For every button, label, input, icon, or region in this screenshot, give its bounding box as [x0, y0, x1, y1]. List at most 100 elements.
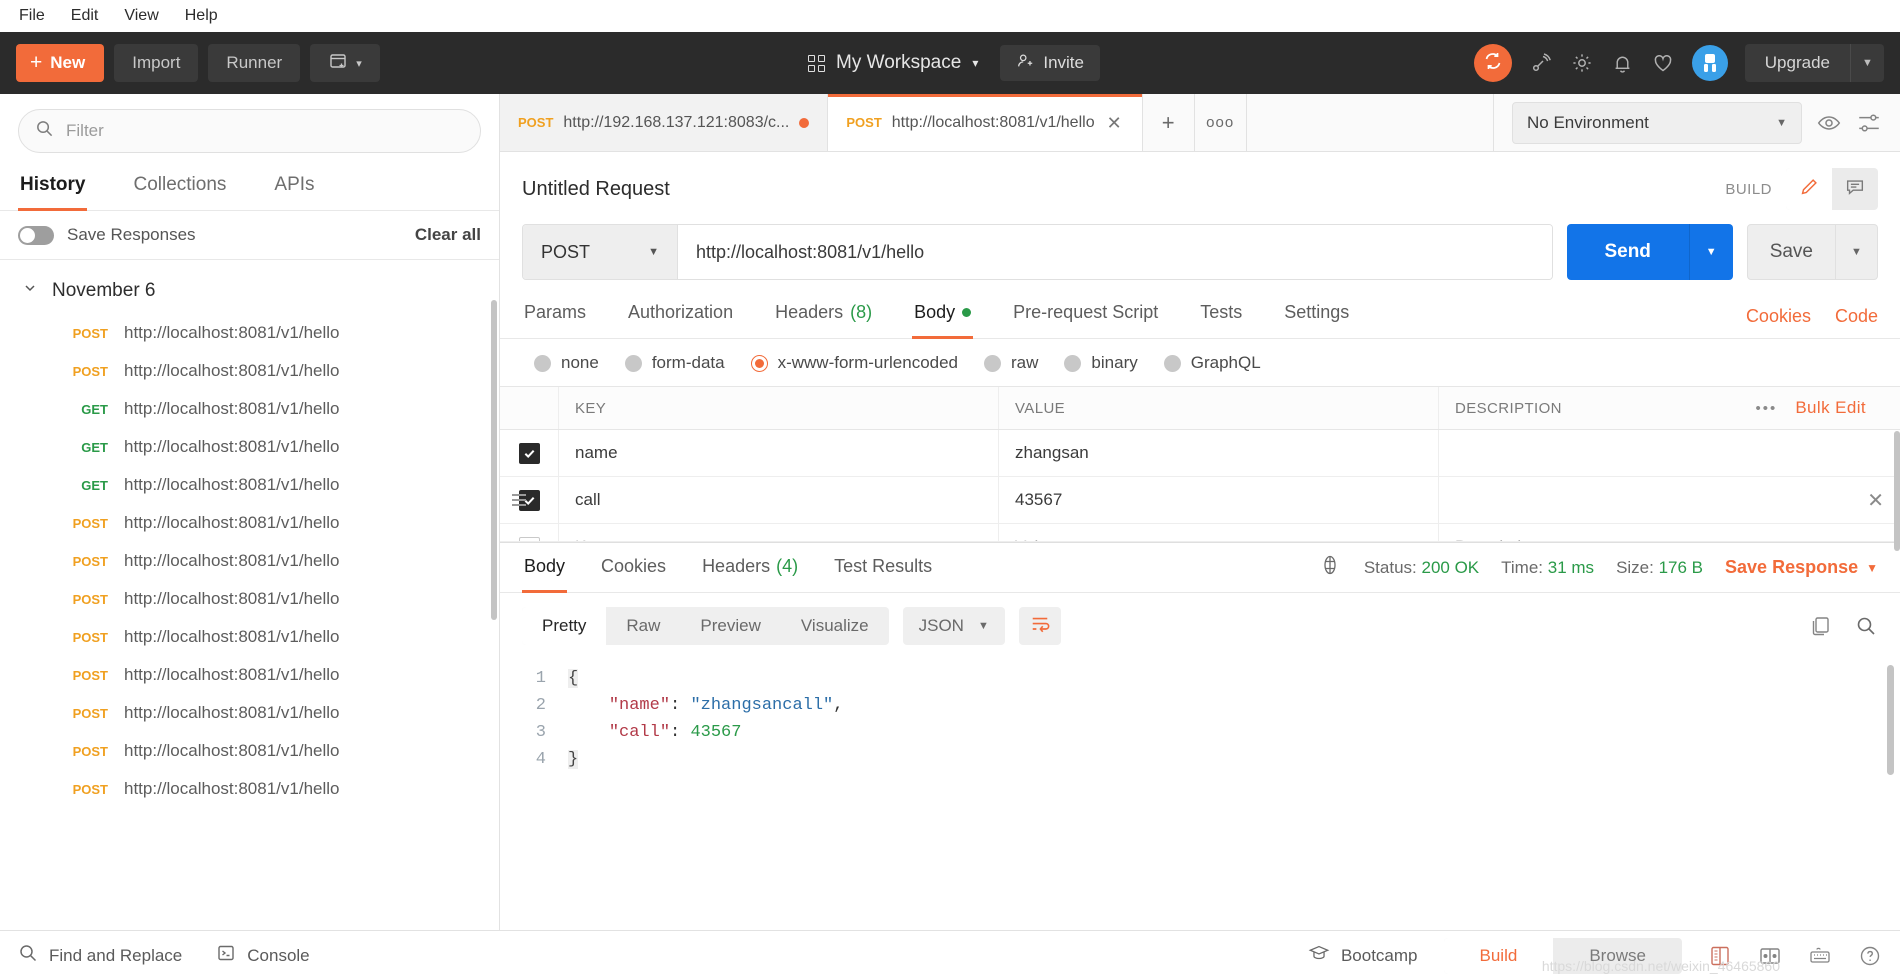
close-icon[interactable]: ✕ [1105, 114, 1124, 132]
response-tab-headers[interactable]: Headers (4) [700, 543, 800, 593]
bulk-edit-button[interactable]: Bulk Edit [1795, 398, 1866, 418]
clear-all-button[interactable]: Clear all [415, 225, 481, 245]
two-pane-layout-icon[interactable] [1708, 944, 1732, 968]
new-tab-button[interactable]: + [1143, 94, 1195, 151]
row-value[interactable]: 43567 [998, 477, 1438, 523]
response-tab-body[interactable]: Body [522, 543, 567, 593]
response-body-code[interactable]: 1{2 "name": "zhangsancall",3 "call": 435… [500, 655, 1900, 930]
console-button[interactable]: Console [216, 943, 309, 968]
save-button[interactable]: Save [1747, 224, 1836, 280]
save-options-button[interactable]: ▼ [1836, 224, 1878, 280]
gear-icon[interactable] [1570, 51, 1594, 75]
response-tab-cookies[interactable]: Cookies [599, 543, 668, 593]
history-item[interactable]: POSThttp://localhost:8081/v1/hello [0, 580, 499, 618]
environment-selector[interactable]: No Environment ▼ [1512, 102, 1802, 144]
row-key[interactable]: name [558, 430, 998, 476]
body-type-x-www-form-urlencoded[interactable]: x-www-form-urlencoded [751, 353, 958, 373]
view-mode-raw[interactable]: Raw [606, 607, 680, 645]
avatar[interactable] [1692, 45, 1728, 81]
table-scrollbar[interactable] [1894, 431, 1900, 551]
response-tab-test-results[interactable]: Test Results [832, 543, 934, 593]
comment-mode-button[interactable] [1832, 168, 1878, 210]
sync-button[interactable] [1474, 44, 1512, 82]
delete-row-icon[interactable]: ✕ [1867, 488, 1884, 513]
history-item[interactable]: POSThttp://localhost:8081/v1/hello [0, 352, 499, 390]
history-item[interactable]: POSThttp://localhost:8081/v1/hello [0, 732, 499, 770]
tab-pre-request-script[interactable]: Pre-request Script [1011, 294, 1160, 339]
tab-settings[interactable]: Settings [1282, 294, 1351, 339]
upgrade-dropdown-button[interactable]: ▼ [1850, 44, 1884, 82]
wrap-lines-button[interactable] [1019, 607, 1061, 645]
row-description[interactable]: Description [1438, 524, 1900, 542]
settings-sliders-icon[interactable] [1856, 110, 1882, 136]
sidebar-scrollbar[interactable] [491, 300, 497, 620]
bootcamp-button[interactable]: Bootcamp [1308, 942, 1418, 969]
tab-options-button[interactable]: ooo [1195, 94, 1247, 151]
history-item[interactable]: POSThttp://localhost:8081/v1/hello [0, 618, 499, 656]
search-icon[interactable] [1854, 614, 1878, 638]
history-item[interactable]: GEThttp://localhost:8081/v1/hello [0, 428, 499, 466]
row-description[interactable]: ✕ [1438, 477, 1900, 523]
eye-icon[interactable] [1816, 110, 1842, 136]
body-type-none[interactable]: none [534, 353, 599, 373]
history-item[interactable]: POSThttp://localhost:8081/v1/hello [0, 542, 499, 580]
save-response-button[interactable]: Save Response ▼ [1725, 557, 1878, 578]
tab-headers[interactable]: Headers (8) [773, 294, 874, 339]
table-row[interactable]: call 43567 ✕ [500, 477, 1900, 524]
mode-build-button[interactable]: Build [1444, 938, 1554, 974]
history-list[interactable]: November 6 POSThttp://localhost:8081/v1/… [0, 260, 499, 930]
response-format-selector[interactable]: JSON ▼ [903, 607, 1005, 645]
menu-item-view[interactable]: View [113, 4, 169, 28]
sidebar-tab-apis[interactable]: APIs [272, 165, 316, 211]
history-item[interactable]: POSThttp://localhost:8081/v1/hello [0, 504, 499, 542]
tab-tests[interactable]: Tests [1198, 294, 1244, 339]
request-tab-1[interactable]: POST http://localhost:8081/v1/hello ✕ [828, 94, 1142, 151]
table-row[interactable]: name zhangsan [500, 430, 1900, 477]
new-window-button[interactable]: ▾ [310, 44, 380, 82]
row-checkbox[interactable] [519, 443, 540, 464]
tab-params[interactable]: Params [522, 294, 588, 339]
response-scrollbar[interactable] [1887, 665, 1894, 775]
menu-item-edit[interactable]: Edit [60, 4, 110, 28]
row-value[interactable]: zhangsan [998, 430, 1438, 476]
tab-body[interactable]: Body [912, 294, 973, 339]
more-icon[interactable]: ••• [1756, 400, 1778, 417]
history-item[interactable]: POSThttp://localhost:8081/v1/hello [0, 770, 499, 808]
history-item[interactable]: POSThttp://localhost:8081/v1/hello [0, 694, 499, 732]
copy-icon[interactable] [1808, 614, 1832, 638]
sidebar-tab-history[interactable]: History [18, 165, 87, 211]
code-link[interactable]: Code [1835, 306, 1878, 327]
row-checkbox[interactable] [519, 537, 540, 543]
view-mode-pretty[interactable]: Pretty [522, 607, 606, 645]
view-mode-visualize[interactable]: Visualize [781, 607, 889, 645]
import-button[interactable]: Import [114, 44, 198, 82]
url-input[interactable] [678, 225, 1552, 279]
runner-button[interactable]: Runner [208, 44, 300, 82]
history-item[interactable]: POSThttp://localhost:8081/v1/hello [0, 314, 499, 352]
cookies-link[interactable]: Cookies [1746, 306, 1811, 327]
row-key[interactable]: call [558, 477, 998, 523]
search-input[interactable] [66, 121, 464, 141]
satellite-icon[interactable] [1529, 51, 1553, 75]
row-description[interactable] [1438, 430, 1900, 476]
row-value[interactable]: Value [998, 524, 1438, 542]
filter-box[interactable] [18, 109, 481, 153]
send-button[interactable]: Send [1567, 224, 1689, 280]
drag-handle-icon[interactable] [512, 494, 526, 506]
body-type-form-data[interactable]: form-data [625, 353, 725, 373]
history-item[interactable]: POSThttp://localhost:8081/v1/hello [0, 656, 499, 694]
save-responses-toggle[interactable] [18, 226, 54, 245]
bell-icon[interactable] [1611, 52, 1634, 75]
tab-authorization[interactable]: Authorization [626, 294, 735, 339]
sidebar-tab-collections[interactable]: Collections [131, 165, 228, 211]
send-options-button[interactable]: ▼ [1689, 224, 1733, 280]
find-and-replace-button[interactable]: Find and Replace [18, 943, 182, 968]
history-item[interactable]: GEThttp://localhost:8081/v1/hello [0, 466, 499, 504]
mode-browse-button[interactable]: Browse [1553, 938, 1682, 974]
history-item[interactable]: GEThttp://localhost:8081/v1/hello [0, 390, 499, 428]
heart-icon[interactable] [1651, 51, 1675, 75]
body-type-raw[interactable]: raw [984, 353, 1038, 373]
globe-icon[interactable] [1318, 553, 1342, 582]
keyboard-icon[interactable] [1808, 944, 1832, 968]
method-selector[interactable]: POST ▼ [523, 225, 678, 279]
